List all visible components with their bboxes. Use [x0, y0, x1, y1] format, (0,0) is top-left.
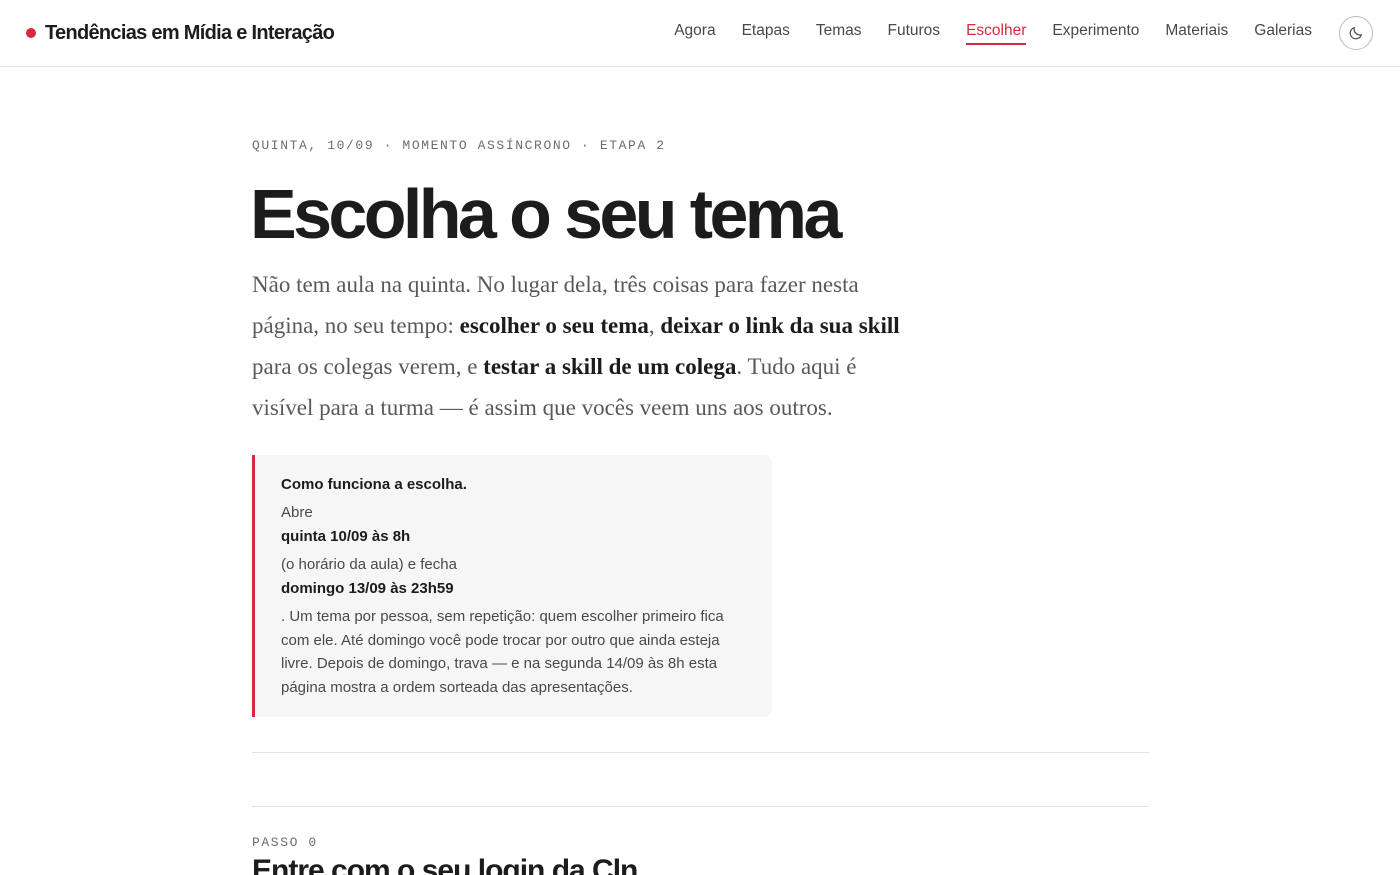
nav-item-materiais[interactable]: Materiais — [1165, 22, 1228, 46]
callout-title: Como funciona a escolha. — [281, 476, 467, 493]
how-it-works-callout: Como funciona a escolha. Abre quinta 10/… — [252, 455, 772, 717]
theme-toggle-button[interactable] — [1339, 16, 1373, 50]
nav-item-temas[interactable]: Temas — [816, 22, 862, 46]
lead-highlight-skill-link: deixar o link da sua skill — [660, 313, 900, 338]
section-divider — [252, 752, 1149, 753]
callout-closes-label: (o horário da aula) e fecha — [281, 556, 457, 573]
lead-text: , — [648, 313, 661, 338]
callout-opens-label: Abre — [281, 504, 313, 521]
step-kicker: PASSO 0 — [252, 835, 318, 850]
callout-body: . Um tema por pessoa, sem repetição: que… — [281, 608, 724, 697]
page-kicker: QUINTA, 10/09 · MOMENTO ASSÍNCRONO · ETA… — [252, 138, 666, 153]
page-title: Escolha o seu tema — [250, 175, 842, 253]
lead-text: para os colegas verem, e — [252, 354, 484, 379]
callout-opens-value: quinta 10/09 às 8h — [281, 528, 411, 545]
brand-dot-icon — [26, 28, 36, 38]
main-nav: Agora Etapas Temas Futuros Escolher Expe… — [674, 22, 1312, 46]
callout-closes-value: domingo 13/09 às 23h59 — [281, 580, 454, 597]
top-navigation-bar: Tendências em Mídia e Interação Agora Et… — [0, 0, 1400, 67]
section-divider — [252, 806, 1149, 807]
site-brand[interactable]: Tendências em Mídia e Interação — [26, 20, 335, 46]
nav-item-futuros[interactable]: Futuros — [888, 22, 941, 46]
nav-item-escolher[interactable]: Escolher — [966, 22, 1027, 46]
moon-icon — [1349, 27, 1362, 40]
nav-item-agora[interactable]: Agora — [674, 22, 715, 46]
page-lead: Não tem aula na quinta. No lugar dela, t… — [252, 264, 912, 428]
site-title: Tendências em Mídia e Interação — [45, 21, 335, 44]
nav-item-etapas[interactable]: Etapas — [742, 22, 790, 46]
nav-item-experimento[interactable]: Experimento — [1052, 22, 1139, 46]
lead-highlight-test-skill: testar a skill de um colega — [483, 354, 737, 379]
nav-item-galerias[interactable]: Galerias — [1254, 22, 1312, 46]
lead-highlight-choose-theme: escolher o seu tema — [459, 313, 649, 338]
step-title: Entre com o seu login da Cln — [252, 854, 638, 875]
